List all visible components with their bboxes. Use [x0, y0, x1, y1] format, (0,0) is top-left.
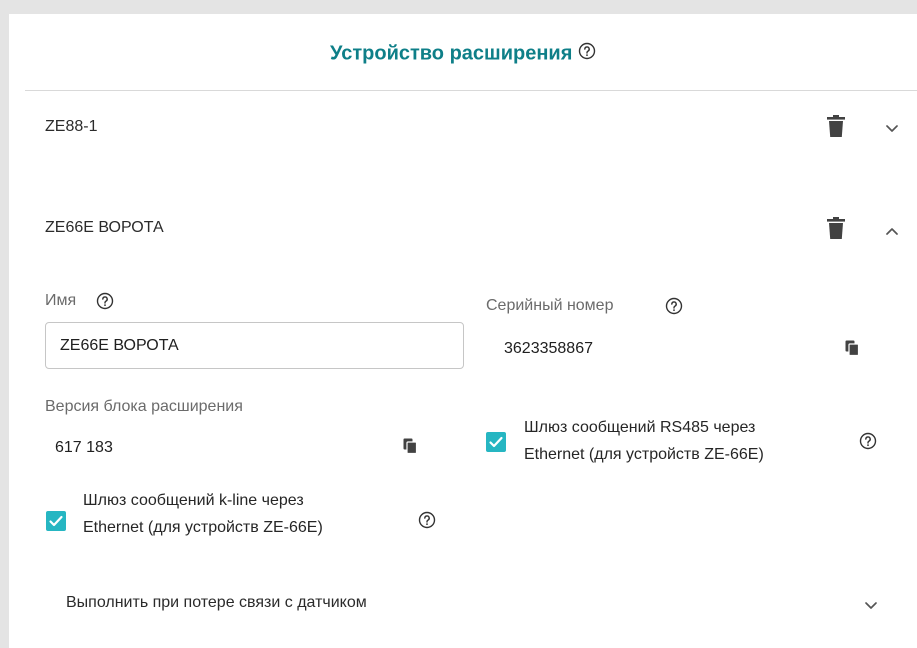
kline-gateway-label[interactable]: Шлюз сообщений k-line через Ethernet (дл… — [83, 487, 323, 541]
trash-icon[interactable] — [827, 115, 845, 142]
version-label: Версия блока расширения — [45, 398, 243, 415]
help-icon[interactable] — [96, 292, 114, 315]
kline-gateway-checkbox[interactable] — [46, 511, 66, 531]
chevron-up-icon[interactable] — [885, 223, 899, 241]
help-icon[interactable] — [665, 297, 683, 320]
name-input[interactable] — [45, 322, 464, 369]
window-top-border — [0, 0, 917, 14]
page-title: Устройство расширения — [9, 42, 917, 66]
rs485-gateway-checkbox[interactable] — [486, 432, 506, 452]
copy-icon[interactable] — [403, 438, 418, 459]
trash-icon[interactable] — [827, 217, 845, 244]
page-title-text: Устройство расширения — [330, 42, 573, 65]
rs485-gateway-label-line2: Ethernet (для устройств ZE-66E) — [524, 446, 764, 463]
device-name: ZE88-1 — [45, 118, 98, 135]
chevron-down-icon[interactable] — [864, 598, 878, 616]
header-divider — [25, 90, 917, 91]
copy-icon[interactable] — [845, 340, 860, 361]
rs485-gateway-label[interactable]: Шлюз сообщений RS485 через Ethernet (для… — [524, 414, 764, 468]
sensor-loss-section-label: Выполнить при потере связи с датчиком — [66, 594, 367, 611]
check-icon — [49, 515, 63, 527]
window-left-border — [0, 0, 9, 648]
serial-number-label: Серийный номер — [486, 297, 614, 314]
help-icon[interactable] — [578, 42, 596, 66]
check-icon — [489, 436, 503, 448]
kline-gateway-label-line2: Ethernet (для устройств ZE-66E) — [83, 519, 323, 536]
chevron-down-icon[interactable] — [885, 121, 899, 139]
rs485-gateway-label-line1: Шлюз сообщений RS485 через — [524, 419, 756, 436]
help-icon[interactable] — [859, 432, 877, 455]
device-name: ZE66E ВОРОТА — [45, 219, 164, 236]
help-icon[interactable] — [418, 511, 436, 534]
name-label: Имя — [45, 292, 77, 309]
serial-number-value: 3623358867 — [504, 340, 593, 357]
expansion-device-panel: Устройство расширения ZE88-1 ZE66E ВОРОТ… — [9, 14, 917, 648]
version-value: 617 183 — [55, 439, 113, 456]
kline-gateway-label-line1: Шлюз сообщений k-line через — [83, 492, 304, 509]
